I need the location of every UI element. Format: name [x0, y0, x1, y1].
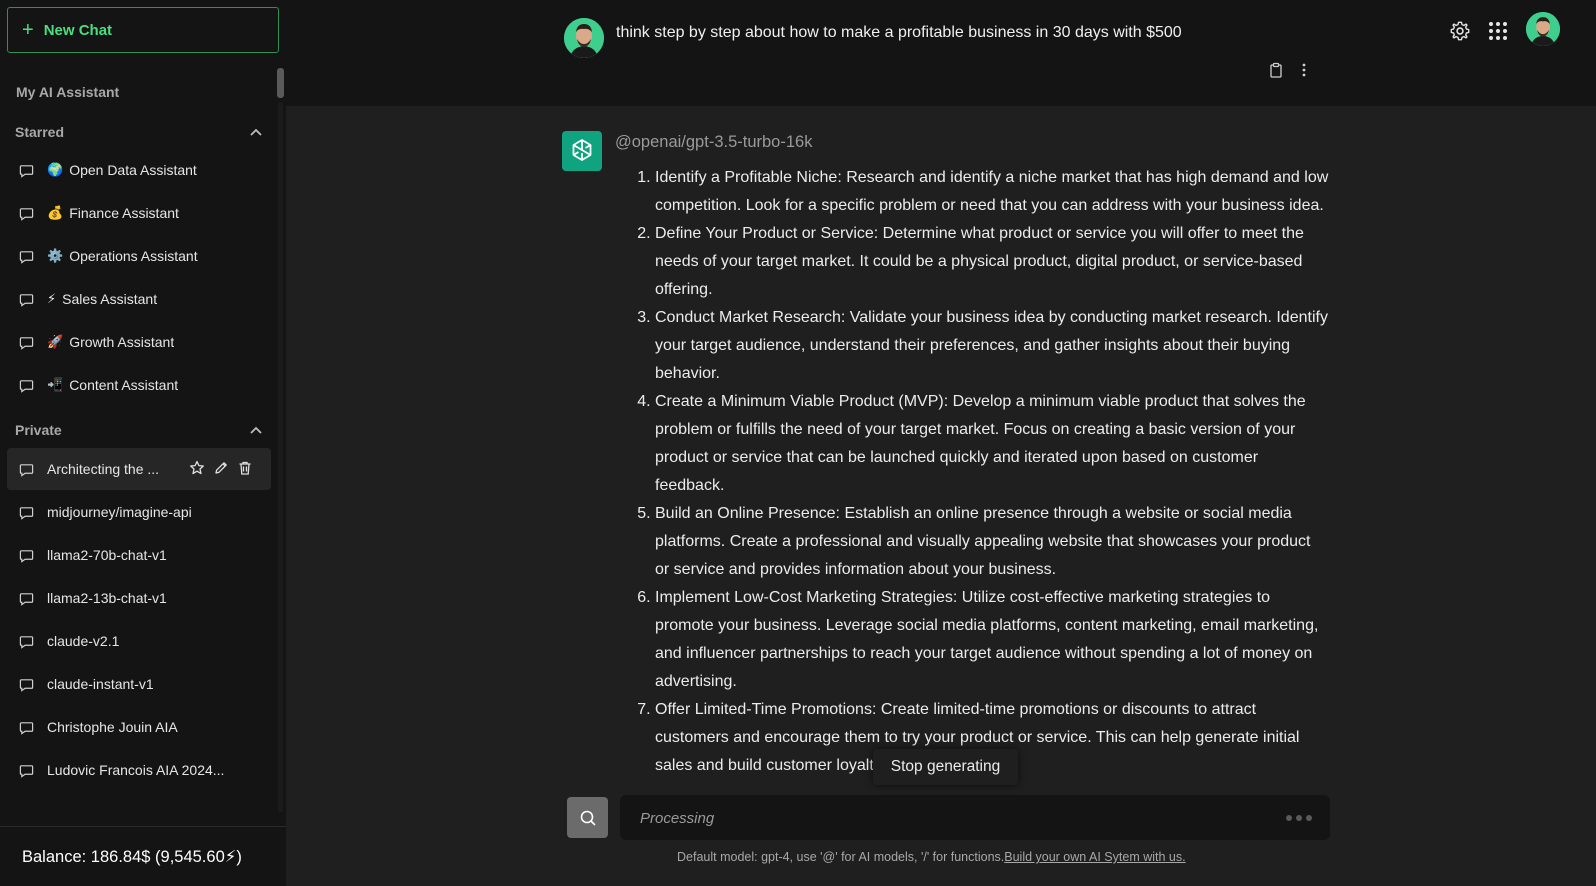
message-input-box — [620, 795, 1330, 840]
new-chat-label: New Chat — [43, 21, 113, 39]
chat-bubble-icon — [19, 207, 34, 221]
sidebar-item-label: llama2-70b-chat-v1 — [47, 547, 167, 563]
sidebar-item-growth-assistant[interactable]: 🚀 Growth Assistant — [7, 321, 271, 363]
copy-icon[interactable] — [1268, 62, 1284, 78]
starred-section-header[interactable]: Starred — [15, 122, 263, 142]
search-icon — [580, 810, 596, 826]
sidebar-item-architecting[interactable]: Architecting the ... — [7, 448, 271, 490]
list-item: Create a Minimum Viable Product (MVP): D… — [655, 388, 1329, 500]
user-avatar — [564, 18, 604, 58]
sidebar-item-label: Content Assistant — [69, 377, 179, 393]
list-item: Implement Low-Cost Marketing Strategies:… — [655, 584, 1329, 696]
sidebar-item-claude-v2-1[interactable]: claude-v2.1 — [7, 620, 271, 662]
my-ai-assistant-link[interactable]: My AI Assistant — [16, 84, 119, 100]
sidebar-item-christophe-jouin[interactable]: Christophe Jouin AIA — [7, 706, 271, 748]
sidebar-item-label: llama2-13b-chat-v1 — [47, 590, 167, 606]
chat-bubble-icon — [19, 293, 34, 307]
sidebar: + New Chat My AI Assistant Starred 🌍 Ope… — [0, 0, 286, 886]
trash-icon[interactable] — [237, 460, 253, 476]
chat-bubble-icon — [19, 721, 34, 735]
starred-section-label: Starred — [15, 124, 65, 140]
list-item: Identify a Profitable Niche: Research an… — [655, 164, 1329, 220]
chat-bubble-icon — [19, 549, 34, 563]
more-vertical-icon[interactable] — [1296, 62, 1312, 78]
rocket-icon: 🚀 — [47, 334, 64, 349]
model-name: @openai/gpt-3.5-turbo-16k — [615, 133, 813, 151]
sidebar-item-llama2-70b[interactable]: llama2-70b-chat-v1 — [7, 534, 271, 576]
gear-emoji-icon: ⚙️ — [47, 248, 64, 263]
list-item: Define Your Product or Service: Determin… — [655, 220, 1329, 304]
sidebar-item-sales-assistant[interactable]: ⚡ Sales Assistant — [7, 278, 271, 320]
sidebar-scrollbar[interactable] — [277, 68, 284, 814]
sidebar-item-label: midjourney/imagine-api — [47, 504, 192, 520]
chat-bubble-icon — [19, 250, 34, 264]
sidebar-item-label: Operations Assistant — [69, 248, 198, 264]
chat-bubble-icon — [19, 592, 34, 606]
chat-bubble-icon — [19, 336, 34, 350]
message-input[interactable] — [640, 807, 1240, 829]
private-section-header[interactable]: Private — [15, 420, 263, 440]
assistant-message: Identify a Profitable Niche: Research an… — [615, 164, 1329, 794]
list-item: Conduct Market Research: Validate your b… — [655, 304, 1329, 388]
chevron-up-icon — [250, 426, 262, 434]
chat-bubble-icon — [19, 635, 34, 649]
sidebar-item-open-data-assistant[interactable]: 🌍 Open Data Assistant — [7, 149, 271, 191]
sidebar-item-label: Architecting the ... — [47, 461, 160, 477]
sidebar-item-llama2-13b[interactable]: llama2-13b-chat-v1 — [7, 577, 271, 619]
sidebar-item-label: Christophe Jouin AIA — [47, 719, 178, 735]
chat-bubble-icon — [19, 678, 34, 692]
openai-knot-icon — [572, 139, 592, 161]
chat-bubble-icon — [19, 463, 34, 477]
globe-icon: 🌍 — [47, 162, 64, 177]
sidebar-item-midjourney[interactable]: midjourney/imagine-api — [7, 491, 271, 533]
balance: Balance: 186.84$ (9,545.60⚡) — [0, 826, 286, 886]
plus-icon: + — [22, 19, 34, 41]
apps-grid-icon[interactable] — [1488, 21, 1508, 41]
openai-logo-icon — [562, 131, 602, 171]
sidebar-item-label: claude-instant-v1 — [47, 676, 154, 692]
account-portrait-icon — [1526, 12, 1560, 46]
footer-text: Default model: gpt-4, use '@' for AI mod… — [677, 850, 1005, 864]
sidebar-item-label: Growth Assistant — [69, 334, 175, 350]
sidebar-item-operations-assistant[interactable]: ⚙️ Operations Assistant — [7, 235, 271, 277]
chat-bubble-icon — [19, 764, 34, 778]
private-section-label: Private — [15, 422, 62, 438]
chat-bubble-icon — [19, 506, 34, 520]
scrollbar-track — [278, 102, 283, 812]
chat-title: think step by step about how to make a p… — [616, 24, 1182, 41]
gear-icon[interactable] — [1449, 20, 1471, 42]
sidebar-item-label: claude-v2.1 — [47, 633, 120, 649]
stop-generating-button[interactable]: Stop generating — [873, 749, 1018, 785]
steps-list: Identify a Profitable Niche: Research an… — [615, 164, 1329, 780]
sidebar-item-label: Open Data Assistant — [69, 162, 197, 178]
sidebar-item-label: Ludovic Francois AIA 2024... — [47, 762, 225, 778]
money-bag-icon: 💰 — [47, 205, 64, 220]
sidebar-item-ludovic-francois[interactable]: Ludovic Francois AIA 2024... — [7, 749, 271, 791]
loading-dots-icon — [1286, 815, 1312, 821]
chat-header: think step by step about how to make a p… — [286, 0, 1596, 106]
new-chat-button[interactable]: + New Chat — [7, 7, 279, 53]
chevron-up-icon — [250, 128, 262, 136]
list-item: Build an Online Presence: Establish an o… — [655, 500, 1329, 584]
sidebar-item-claude-instant[interactable]: claude-instant-v1 — [7, 663, 271, 705]
account-avatar[interactable] — [1526, 12, 1560, 46]
sidebar-item-finance-assistant[interactable]: 💰 Finance Assistant — [7, 192, 271, 234]
footer-hint: Default model: gpt-4, use '@' for AI mod… — [677, 850, 1186, 864]
lightning-icon: ⚡ — [47, 291, 57, 306]
mobile-phone-icon: 📲 — [47, 377, 64, 392]
item-actions — [189, 460, 253, 476]
edit-icon[interactable] — [213, 460, 229, 476]
sidebar-list: My AI Assistant Starred 🌍 Open Data Assi… — [0, 64, 286, 816]
sidebar-item-label: Sales Assistant — [62, 291, 158, 307]
chat-bubble-icon — [19, 379, 34, 393]
build-ai-system-link[interactable]: Build your own AI Sytem with us. — [1004, 850, 1185, 864]
chat-bubble-icon — [19, 164, 34, 178]
user-portrait-icon — [564, 18, 604, 58]
star-icon[interactable] — [189, 460, 205, 476]
scrollbar-thumb[interactable] — [277, 68, 284, 98]
sidebar-item-content-assistant[interactable]: 📲 Content Assistant — [7, 364, 271, 406]
search-button[interactable] — [567, 797, 608, 838]
sidebar-item-label: Finance Assistant — [69, 205, 179, 221]
